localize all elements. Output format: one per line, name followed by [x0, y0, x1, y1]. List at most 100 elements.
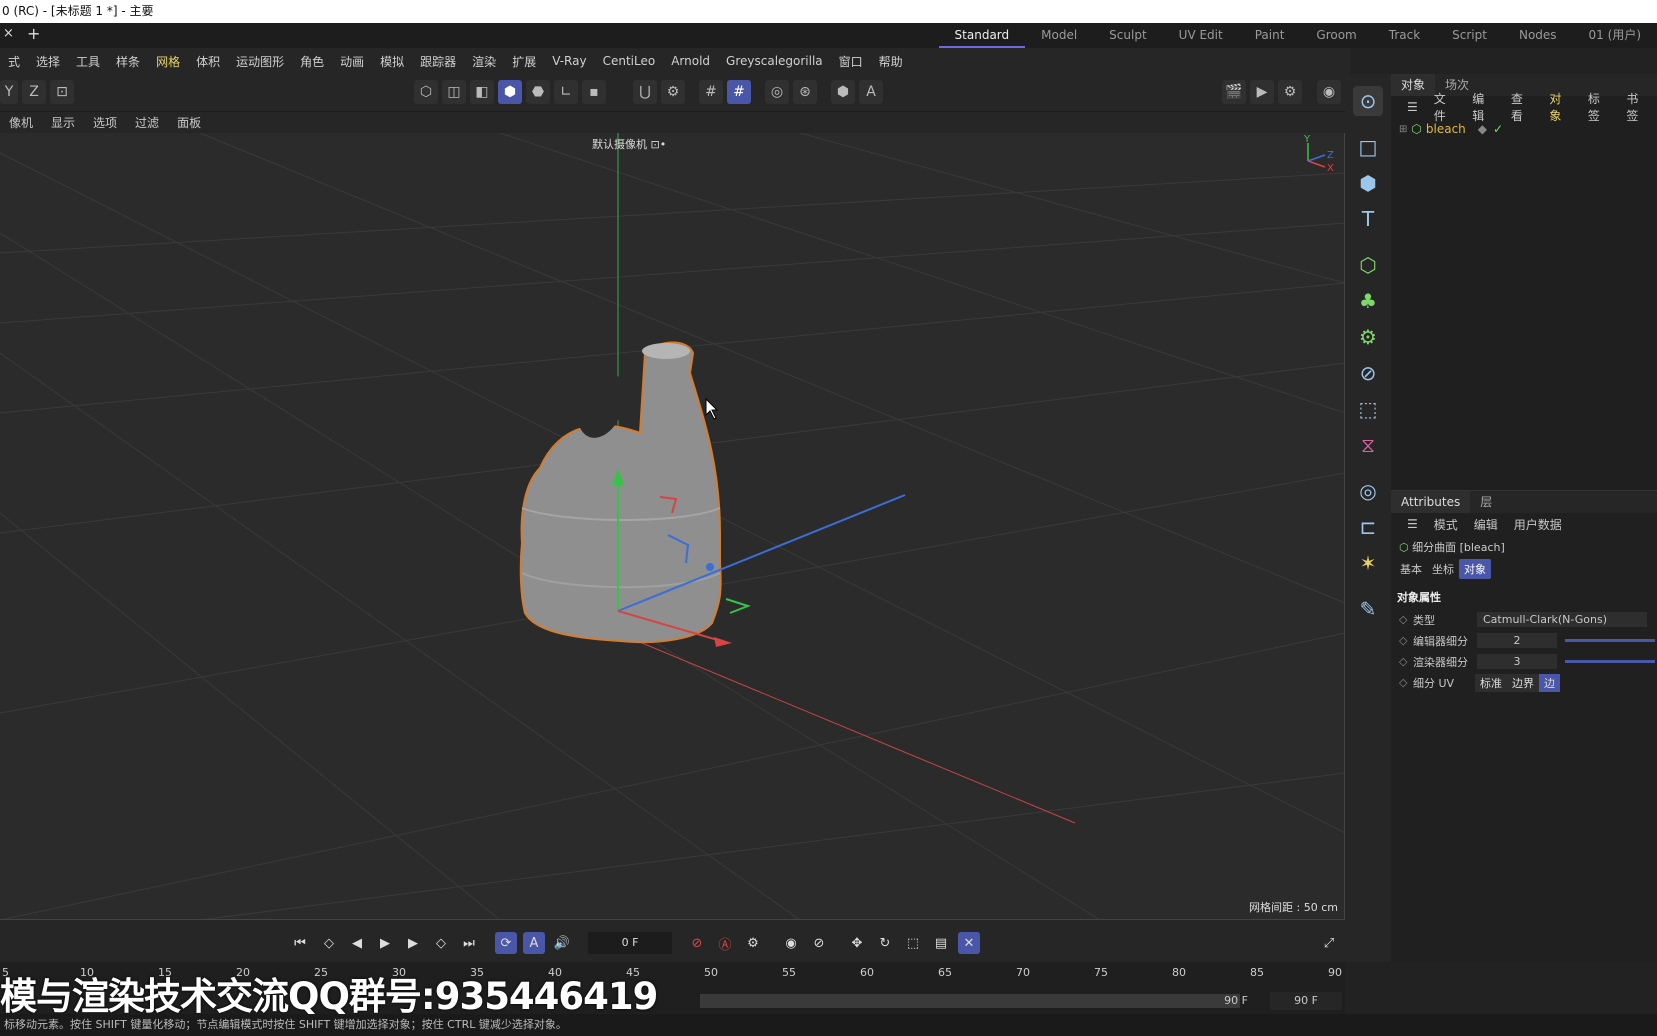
subdiv-uv-option[interactable]: 边界	[1507, 673, 1539, 692]
menu-item[interactable]: 网格	[148, 53, 188, 70]
coordinate-system-icon[interactable]: ⊡	[50, 80, 74, 104]
keyframe-settings-icon[interactable]: ⚙	[742, 932, 764, 954]
material-icon[interactable]: ◉	[1317, 80, 1341, 104]
current-frame-field[interactable]: 0 F	[588, 932, 672, 954]
menu-item[interactable]: Arnold	[663, 54, 718, 68]
camera-icon[interactable]: ⊏	[1353, 512, 1383, 542]
menu-item[interactable]: 工具	[68, 53, 108, 70]
keyframe-diamond-icon[interactable]: ◇	[1399, 613, 1413, 626]
points-mode-icon[interactable]: ⬡	[414, 80, 438, 104]
field-icon[interactable]: ⬚	[1353, 394, 1383, 424]
soft-selection-icon[interactable]: ◎	[765, 80, 789, 104]
close-tab-button[interactable]: ×	[3, 26, 14, 41]
expand-icon[interactable]: ⊞	[1399, 124, 1407, 135]
view-menu-item[interactable]: 像机	[0, 114, 42, 131]
object-menu-item[interactable]: 书签	[1618, 90, 1657, 124]
subdiv-uv-option[interactable]: 边	[1539, 673, 1560, 692]
object-menu-item[interactable]: 对象	[1541, 90, 1580, 124]
render-subdiv-slider[interactable]	[1565, 660, 1655, 663]
object-menu-item[interactable]: 标签	[1580, 90, 1619, 124]
vray-icon[interactable]: ⬢	[831, 80, 855, 104]
deformer-icon[interactable]: ⊘	[1353, 358, 1383, 388]
layout-tab[interactable]: Script	[1436, 23, 1503, 48]
play-icon[interactable]: ▶	[374, 932, 396, 954]
menu-item[interactable]: 帮助	[871, 53, 911, 70]
layout-tab[interactable]: UV Edit	[1163, 23, 1239, 48]
uv-mode-icon[interactable]: ⬣	[526, 80, 550, 104]
layout-tab[interactable]: Standard	[938, 23, 1026, 48]
grid-snap-icon[interactable]: #	[727, 80, 751, 104]
attributes-subtab[interactable]: 对象	[1459, 559, 1491, 579]
object-menu-item[interactable]: 查看	[1503, 90, 1542, 124]
axis-mode-icon[interactable]: ∟	[554, 80, 578, 104]
menu-item[interactable]: 角色	[292, 53, 332, 70]
layout-tab[interactable]: Sculpt	[1093, 23, 1162, 48]
workplane-grid-icon[interactable]: #	[699, 80, 723, 104]
end-frame-field[interactable]: 90 F	[1270, 992, 1342, 1010]
menu-item[interactable]: CentiLeo	[595, 54, 664, 68]
layout-tab[interactable]: Nodes	[1503, 23, 1573, 48]
effector-icon[interactable]: ⚙	[1353, 322, 1383, 352]
snap-icon[interactable]: ⋃	[633, 80, 657, 104]
layout-tab[interactable]: Groom	[1300, 23, 1372, 48]
enabled-check-icon[interactable]: ✓	[1493, 122, 1503, 136]
menu-item[interactable]: 跟踪器	[412, 53, 464, 70]
prev-frame-icon[interactable]: ◀	[346, 932, 368, 954]
menu-item[interactable]: 渲染	[464, 53, 504, 70]
attributes-tab[interactable]: Attributes	[1391, 491, 1471, 513]
layout-tab[interactable]: Paint	[1239, 23, 1301, 48]
layout-tab[interactable]: Track	[1373, 23, 1436, 48]
menu-item[interactable]: 选择	[28, 53, 68, 70]
keyframe-diamond-icon[interactable]: ◇	[1399, 634, 1413, 647]
attributes-subtab[interactable]: 坐标	[1427, 559, 1459, 579]
model-mode-icon[interactable]: ⬢	[498, 80, 522, 104]
key-pla-icon[interactable]: ✕	[958, 932, 980, 954]
object-name[interactable]: bleach	[1426, 122, 1466, 136]
menu-item[interactable]: 动画	[332, 53, 372, 70]
attributes-menu-item[interactable]: 编辑	[1466, 516, 1506, 533]
prev-key-icon[interactable]: ◇	[318, 932, 340, 954]
symmetry-icon[interactable]: ⊛	[793, 80, 817, 104]
axis-y-button[interactable]: Y	[0, 80, 18, 104]
camera-label[interactable]: 默认摄像机 ⊡•	[592, 136, 666, 152]
spline-pen-icon[interactable]: ⧖	[1353, 430, 1383, 460]
hamburger-icon[interactable]: ☰	[1399, 100, 1426, 114]
menu-item[interactable]: Greyscalegorilla	[718, 54, 831, 68]
cube-icon[interactable]: ⬢	[1353, 168, 1383, 198]
go-to-end-icon[interactable]: ⏭	[458, 932, 480, 954]
menu-item[interactable]: 扩展	[504, 53, 544, 70]
key-move-icon[interactable]: ✥	[846, 932, 868, 954]
view-menu-item[interactable]: 过滤	[126, 114, 168, 131]
tweak-mode-icon[interactable]: ▪	[582, 80, 606, 104]
next-frame-icon[interactable]: ▶	[402, 932, 424, 954]
key-position-icon[interactable]: ◉	[780, 932, 802, 954]
record-icon[interactable]: ⊘	[686, 932, 708, 954]
attributes-tab[interactable]: 层	[1470, 491, 1502, 513]
timeline-expand-icon[interactable]: ⤢	[1318, 932, 1340, 954]
keyframe-diamond-icon[interactable]: ◇	[1399, 655, 1413, 668]
menu-item[interactable]: 式	[0, 53, 28, 70]
null-object-icon[interactable]: □	[1353, 132, 1383, 162]
subdivision-surface-icon[interactable]: ⬡	[1353, 250, 1383, 280]
polygons-mode-icon[interactable]: ◧	[470, 80, 494, 104]
object-menu-item[interactable]: 文件	[1426, 90, 1465, 124]
layout-tab[interactable]: Model	[1025, 23, 1093, 48]
keyframe-diamond-icon[interactable]: ◇	[1399, 676, 1413, 689]
new-tab-button[interactable]: +	[27, 24, 40, 43]
type-dropdown[interactable]: Catmull-Clark(N-Gons)	[1477, 612, 1647, 627]
3d-viewport[interactable]: Y Z X 默认摄像机 ⊡• 网格间距 : 50 cm	[0, 133, 1345, 920]
environment-icon[interactable]: ◎	[1353, 476, 1383, 506]
axis-z-button[interactable]: Z	[22, 80, 46, 104]
attributes-menu-item[interactable]: 用户数据	[1506, 516, 1570, 533]
render-subdiv-field[interactable]: 3	[1477, 654, 1557, 669]
next-key-icon[interactable]: ◇	[430, 932, 452, 954]
timeline-range-bar[interactable]	[700, 994, 1240, 1008]
cloner-icon[interactable]: ♣	[1353, 286, 1383, 316]
key-rotate-icon[interactable]: ↻	[874, 932, 896, 954]
autokey-icon[interactable]: Ⓐ	[714, 932, 736, 954]
render-picture-viewer-icon[interactable]: ▶	[1250, 80, 1274, 104]
text-spline-icon[interactable]: T	[1353, 204, 1383, 234]
attr-hamburger-icon[interactable]: ☰	[1399, 517, 1426, 531]
layer-icon[interactable]: ◆	[1478, 122, 1487, 136]
menu-item[interactable]: 样条	[108, 53, 148, 70]
